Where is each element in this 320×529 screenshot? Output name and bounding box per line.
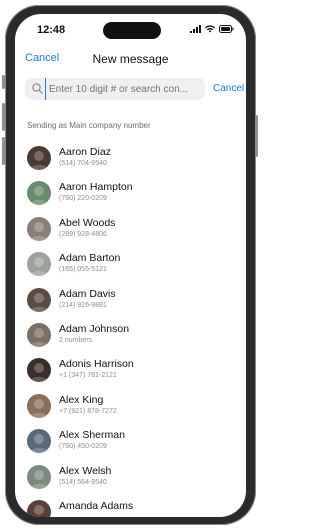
contact-list-item[interactable]: Abel Woods (289) 928-4806 <box>15 213 246 248</box>
contact-name: Adonis Harrison <box>59 358 134 371</box>
contact-avatar <box>27 499 51 517</box>
dynamic-island <box>103 22 161 39</box>
contact-avatar <box>27 322 51 347</box>
status-bar: 12:48 <box>15 14 246 44</box>
contact-avatar <box>27 181 51 206</box>
contact-list-item[interactable]: Adam Davis (214) 926-9881 <box>15 284 246 319</box>
contact-list-item[interactable]: Amanda Adams <box>15 496 246 517</box>
nav-cancel-button[interactable]: Cancel <box>25 52 59 64</box>
contact-name: Adam Barton <box>59 252 121 265</box>
contact-detail: 2 numbers <box>59 336 93 344</box>
contact-detail: +7 (921) 878-7272 <box>59 407 117 415</box>
contact-name: Abel Woods <box>59 216 116 229</box>
contact-list-item[interactable]: Alex Sherman (760) 450-0209 <box>15 425 246 460</box>
search-box[interactable] <box>25 78 206 100</box>
phone-power-button <box>255 115 258 157</box>
contact-list-item[interactable]: Adonis Harrison +1 (347) 781-2121 <box>15 354 246 389</box>
phone-volume-down-button <box>2 137 5 165</box>
search-cancel-button[interactable]: Cancel <box>213 83 244 94</box>
nav-bar: New message Cancel <box>15 48 246 68</box>
contact-detail: (165) 055-5121 <box>59 266 107 274</box>
contact-name: Alex Sherman <box>59 429 125 442</box>
signal-icon <box>190 25 201 33</box>
contact-avatar <box>27 146 51 170</box>
phone-volume-up-button <box>2 103 5 131</box>
contact-detail: (514) 704-9540 <box>59 160 107 167</box>
contact-avatar <box>27 429 51 454</box>
contact-detail: (760) 220-0209 <box>59 195 107 203</box>
contact-avatar <box>27 216 51 241</box>
contact-detail: (760) 450-0209 <box>59 443 107 451</box>
contact-name: Aaron Hampton <box>59 181 133 194</box>
contact-list-item[interactable]: Adam Barton (165) 055-5121 <box>15 248 246 283</box>
wifi-icon <box>205 25 215 33</box>
contact-name: Adam Davis <box>59 287 116 300</box>
contact-name: Alex King <box>59 393 104 406</box>
search-row: Cancel <box>25 78 246 100</box>
contact-detail: (214) 926-9881 <box>59 301 107 309</box>
contact-list: Aaron Diaz (514) 704-9540 Aaron Hampton (76… <box>15 142 246 517</box>
contact-name: Alex Welsh <box>59 464 112 477</box>
contact-list-item[interactable]: Aaron Diaz (514) 704-9540 <box>15 142 246 177</box>
contact-list-item[interactable]: Adam Johnson 2 numbers <box>15 319 246 354</box>
contact-detail: +1 (347) 781-2121 <box>59 372 117 380</box>
phone-side-button <box>2 75 5 89</box>
contact-name: Adam Johnson <box>59 322 130 335</box>
contact-avatar <box>27 393 51 418</box>
contact-avatar <box>27 252 51 277</box>
contact-detail: (514) 564-9540 <box>59 478 107 486</box>
contact-list-item[interactable]: Alex Welsh (514) 564-9540 <box>15 461 246 496</box>
contact-name: Amanda Adams <box>59 499 134 512</box>
status-time: 12:48 <box>37 24 66 36</box>
contact-name: Aaron Diaz <box>59 146 111 158</box>
contact-list-item[interactable]: Alex King +7 (921) 878-7272 <box>15 390 246 425</box>
sending-as-label: Sending as Main company number <box>27 121 151 130</box>
search-icon <box>32 83 43 94</box>
battery-icon <box>219 25 234 33</box>
phone-screen: 12:48 New message Cancel Enter 10 digit … <box>15 14 246 517</box>
contact-list-item[interactable]: Aaron Hampton (760) 220-0209 <box>15 177 246 212</box>
contact-avatar <box>27 464 51 489</box>
status-icons <box>190 25 234 33</box>
contact-avatar <box>27 287 51 312</box>
contact-avatar <box>27 358 51 383</box>
contact-detail: (289) 928-4806 <box>59 230 107 238</box>
search-input[interactable] <box>45 78 206 100</box>
